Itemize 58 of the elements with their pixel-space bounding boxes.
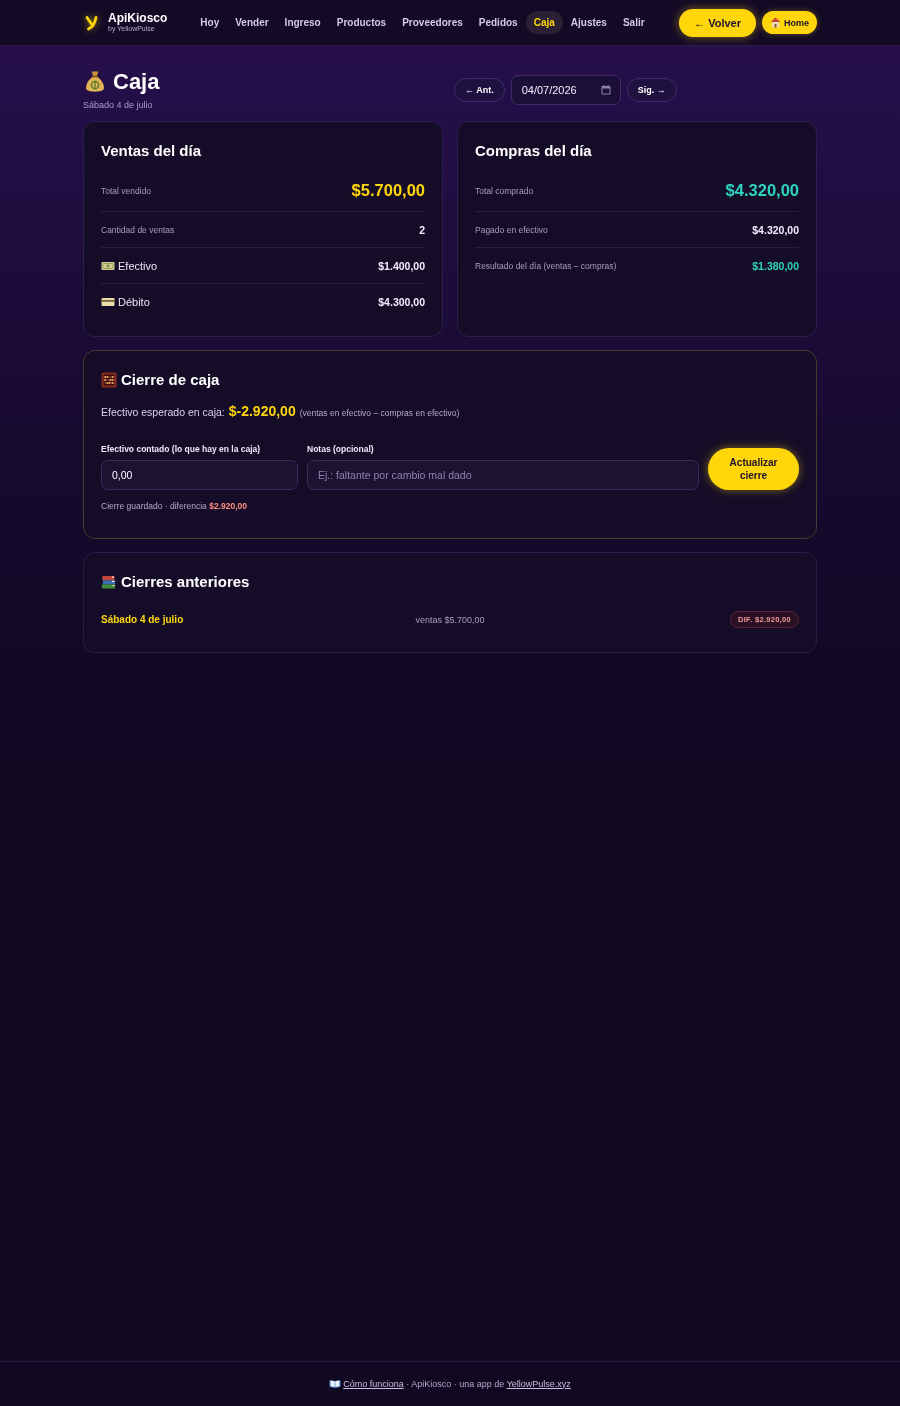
book-icon (329, 1378, 342, 1388)
field-label: Notas (opcional) (307, 444, 374, 454)
money-bag-icon (85, 71, 105, 93)
date-field[interactable]: 04/07/2026 (510, 75, 621, 105)
row-value: 2 (419, 223, 425, 236)
total-amount: $5.700,00 (351, 180, 425, 201)
banknote-icon (101, 260, 115, 271)
card-title: Compras del día (475, 141, 593, 161)
row-value: $1.400,00 (378, 259, 425, 272)
footer-text: Cómo funciona · ApiKiosco · una app de YellowPulse.xyz (329, 1378, 571, 1390)
nav-tab[interactable]: Hoy (192, 11, 228, 34)
logo-icon (85, 14, 98, 31)
closing-status: Cierre guardado · diferencia $2.920,00 (101, 501, 248, 511)
field-label: Efectivo contado (lo que hay en la caja) (101, 444, 261, 454)
home-button[interactable]: Home (762, 11, 817, 34)
update-closing-button[interactable]: Actualizar cierre (708, 448, 799, 490)
closing-sales: ventas $5.700,00 (415, 614, 485, 625)
total-amount: $4.320,00 (725, 180, 799, 201)
brand-name: ApiKiosco (108, 12, 168, 25)
row-label: Efectivo (118, 259, 158, 272)
formula-note: (ventas en efectivo – compras en efectivo) (299, 408, 460, 418)
page-subtitle: Sábado 4 de julio (83, 100, 153, 111)
books-icon (101, 575, 116, 589)
calendar-icon (600, 85, 611, 95)
help-link[interactable]: Cómo funciona (329, 1378, 404, 1389)
page-title: Caja (113, 69, 160, 95)
row-label: Resultado del día (ventas – compras) (475, 260, 617, 271)
nav-tab[interactable]: Proveedores (394, 11, 471, 34)
expected-cash-label: Efectivo esperado en caja: (101, 406, 225, 418)
row-value: $4.300,00 (378, 295, 425, 308)
previous-day-button[interactable]: ← Ant. (454, 78, 505, 102)
notes-input[interactable]: Ej.: faltante por cambio mal dado (307, 460, 699, 490)
house-icon (770, 17, 781, 28)
row-value: $1.380,00 (752, 259, 799, 272)
row-label: Total comprado (475, 185, 534, 196)
row-value: $4.320,00 (752, 223, 799, 236)
nav-tab[interactable]: Salir (614, 11, 653, 34)
website-link[interactable]: YellowPulse.xyz (506, 1378, 571, 1389)
card-title: Cierres anteriores (121, 572, 250, 592)
row-label: Total vendido (101, 185, 152, 196)
card-title: Ventas del día (101, 141, 203, 161)
nav-tab[interactable]: Vender (227, 11, 277, 34)
next-day-button[interactable]: Sig. → (626, 78, 677, 102)
nav-tab[interactable]: Ajustes (562, 11, 615, 34)
credit-card-icon (101, 296, 115, 307)
back-button[interactable]: ← Volver (679, 8, 756, 37)
expected-cash-amount: $-2.920,00 (228, 403, 296, 419)
counted-cash-input[interactable]: 0,00 (101, 460, 298, 490)
nav-tab[interactable]: Productos (328, 11, 395, 34)
row-label: Pagado en efectivo (475, 224, 548, 235)
nav-tab[interactable]: Pedidos (470, 11, 526, 34)
row-label: Débito (118, 295, 150, 308)
row-label: Cantidad de ventas (101, 224, 175, 235)
abacus-icon (101, 372, 117, 388)
card-title: Cierre de caja (121, 370, 220, 390)
closing-date: Sábado 4 de julio (101, 614, 184, 625)
nav-tab[interactable]: Ingreso (276, 11, 329, 34)
nav-tab[interactable]: Caja (525, 11, 563, 34)
